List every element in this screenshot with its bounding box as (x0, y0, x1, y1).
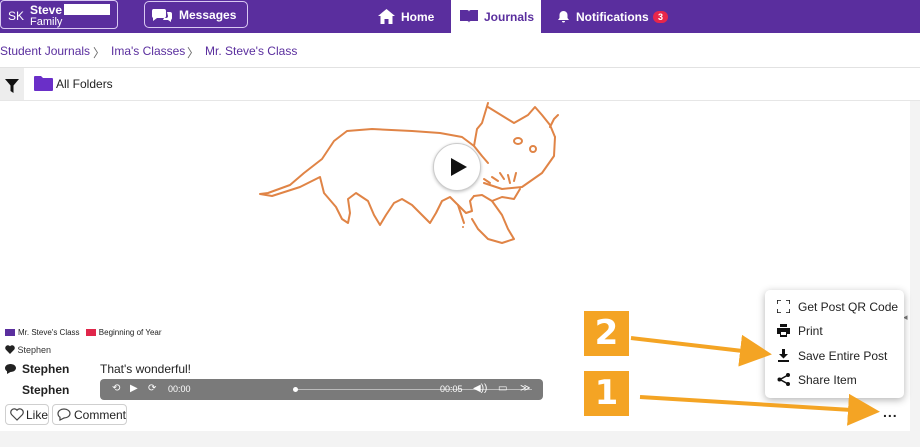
comment-author: Stephen (22, 383, 70, 397)
callout-number-1: 1 (584, 371, 629, 416)
qr-scan-icon (777, 300, 790, 313)
callout-number-2: 2 (584, 311, 629, 356)
more-options-button[interactable]: ... (883, 404, 898, 420)
audio-scrubber-handle[interactable] (293, 387, 298, 392)
folder-tag-label[interactable]: Mr. Steve's Class (18, 328, 80, 337)
comment-label: Comment (74, 408, 127, 422)
folder-bar: All Folders (0, 68, 920, 101)
comment-author: Stephen (22, 362, 70, 376)
breadcrumb-separator: 〉 (187, 46, 200, 60)
heart-outline-icon (10, 408, 24, 421)
audio-duration: 00:05 (440, 384, 463, 394)
student-drawing-image (259, 102, 559, 244)
filter-button[interactable] (0, 68, 24, 100)
play-icon (451, 158, 467, 176)
post-folder-tags: Mr. Steve's Class Beginning of Year (5, 328, 162, 337)
play-audio-icon[interactable]: ▶ (130, 383, 138, 394)
comment-row: Stephen That's wonderful! (5, 362, 305, 378)
breadcrumb-mr-steves-class[interactable]: Mr. Steve's Class (205, 44, 297, 58)
menu-item-label: Get Post QR Code (798, 300, 899, 314)
folder-tag-icon (5, 329, 15, 336)
audio-progress-track[interactable] (296, 389, 532, 390)
comment-button[interactable]: Comment (52, 404, 127, 425)
user-account-chip[interactable]: SK Steve Family (0, 0, 118, 29)
menu-item-qr-code[interactable]: Get Post QR Code (765, 295, 904, 319)
menu-item-label: Print (798, 324, 823, 338)
menu-item-print[interactable]: Print (765, 319, 904, 343)
folder-tag-label[interactable]: Beginning of Year (99, 328, 162, 337)
like-button[interactable]: Like (5, 404, 49, 425)
notification-count-badge: 3 (653, 11, 669, 23)
play-video-button[interactable] (433, 143, 481, 191)
post-options-menu: Get Post QR Code Print Save Entire Post … (765, 290, 904, 398)
nav-home[interactable]: Home (368, 0, 448, 33)
speed-icon[interactable]: ≫ (520, 383, 530, 394)
menu-item-save-entire-post[interactable]: Save Entire Post (765, 344, 904, 368)
like-label: Like (26, 408, 49, 422)
folder-tag-icon (85, 329, 96, 336)
comment-text: That's wonderful! (100, 362, 192, 376)
nav-notifications-label: Notifications (576, 10, 649, 24)
top-navigation-bar: SK Steve Family Messages Home Journals N… (0, 0, 920, 33)
book-icon (460, 10, 478, 23)
messages-button[interactable]: Messages (144, 1, 248, 28)
heart-icon (5, 345, 15, 354)
breadcrumb-student-journals[interactable]: Student Journals (0, 44, 90, 58)
nav-journals[interactable]: Journals (451, 0, 541, 33)
comment-outline-icon (57, 408, 71, 421)
breadcrumb-imas-classes[interactable]: Ima's Classes (111, 44, 185, 58)
menu-item-share[interactable]: Share Item (765, 368, 904, 392)
home-icon (378, 9, 395, 24)
download-icon (778, 349, 789, 362)
breadcrumb: Student Journals 〉 Ima's Classes 〉 Mr. S… (0, 33, 920, 68)
user-name: Steve (30, 3, 63, 17)
user-initials: SK (8, 9, 25, 23)
folder-icon (34, 76, 53, 91)
filter-icon (5, 79, 19, 93)
messages-label: Messages (179, 8, 237, 22)
breadcrumb-separator: 〉 (93, 46, 106, 60)
audio-comment-player: ⟲ ▶ ⟳ 00:00 00:05 ◀)) ▭ ≫ (100, 379, 543, 400)
nav-notifications[interactable]: Notifications 3 (552, 0, 682, 33)
print-icon (777, 324, 790, 337)
volume-icon[interactable]: ◀)) (473, 383, 487, 394)
bell-icon (558, 11, 569, 23)
user-role: Family (30, 16, 63, 28)
nav-home-label: Home (401, 10, 435, 24)
redacted-surname (64, 4, 110, 15)
liked-by: Stephen (5, 345, 51, 355)
menu-item-label: Save Entire Post (798, 349, 888, 363)
nav-journals-label: Journals (484, 10, 535, 24)
chat-bubbles-icon (151, 9, 173, 22)
rewind-icon[interactable]: ⟲ (112, 383, 120, 394)
comment-row: Stephen (5, 383, 95, 399)
share-icon (777, 373, 790, 386)
all-folders-label[interactable]: All Folders (56, 77, 113, 91)
cast-icon[interactable]: ▭ (498, 383, 507, 394)
forward-icon[interactable]: ⟳ (148, 383, 156, 394)
audio-current-time: 00:00 (168, 384, 191, 394)
comment-bubble-icon (5, 364, 16, 374)
liked-by-name: Stephen (17, 345, 52, 355)
menu-item-label: Share Item (798, 373, 857, 387)
